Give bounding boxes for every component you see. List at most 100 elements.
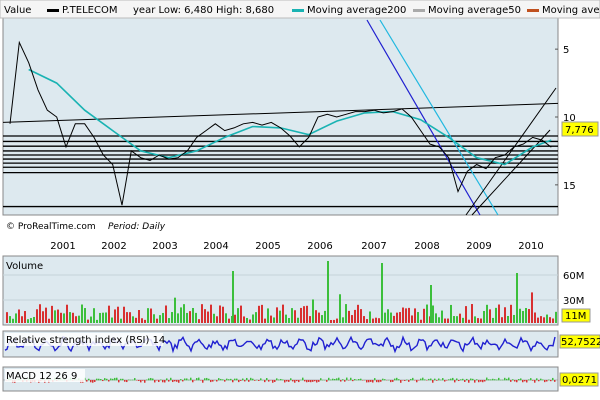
volume-bar [123, 306, 125, 323]
macd-bar [520, 378, 522, 381]
volume-bar [375, 317, 377, 323]
macd-bar [344, 380, 346, 382]
volume-bar [384, 312, 386, 323]
macd-bar [208, 378, 210, 381]
volume-bar [465, 306, 467, 323]
macd-bar [258, 380, 260, 381]
volume-bar [141, 318, 143, 323]
macd-bar [260, 378, 262, 381]
macd-bar [334, 378, 336, 381]
macd-bar [252, 378, 254, 381]
macd-bar [212, 380, 214, 382]
macd-bar [286, 380, 288, 382]
macd-bar [240, 380, 242, 381]
macd-bar [442, 378, 444, 381]
volume-bar [327, 261, 329, 323]
macd-bar [314, 380, 316, 382]
volume-bar [399, 312, 401, 323]
macd-bar [512, 379, 514, 381]
volume-bar [477, 318, 479, 323]
volume-bar [15, 313, 17, 323]
macd-bar [396, 377, 398, 381]
macd-bar [248, 380, 250, 382]
year-tick: 2008 [414, 241, 439, 252]
macd-bar [112, 378, 114, 381]
volume-bar [216, 316, 218, 323]
macd-bar [514, 380, 516, 382]
volume-bar [246, 317, 248, 323]
macd-bar [474, 380, 476, 383]
macd-bar [250, 377, 252, 381]
legend-year-range: year Low: 6,480 High: 8,680 [133, 5, 274, 16]
macd-bar [548, 379, 550, 381]
macd-bar [186, 378, 188, 381]
volume-bar [309, 316, 311, 323]
year-tick: 2007 [361, 241, 386, 252]
macd-bar [482, 380, 484, 383]
macd-bar [244, 380, 246, 382]
macd-bar [404, 380, 406, 381]
volume-bar [273, 317, 275, 323]
macd-bar [288, 380, 290, 382]
macd-bar [220, 378, 222, 381]
macd-bar [538, 380, 540, 382]
macd-bar [152, 378, 154, 381]
macd-bar [234, 378, 236, 381]
volume-bar [495, 307, 497, 323]
volume-bar [303, 306, 305, 323]
macd-bar [492, 378, 494, 381]
macd-bar [144, 380, 146, 383]
year-axis: 2001 2002 2003 2004 2005 2006 2007 2008 … [50, 241, 543, 252]
macd-bar [190, 377, 192, 381]
macd-bar [504, 377, 506, 381]
volume-bar [288, 318, 290, 323]
volume-bar [108, 305, 110, 323]
macd-bar [140, 380, 142, 383]
macd-bar [450, 378, 452, 381]
macd-bar [336, 378, 338, 381]
macd-bar [134, 378, 136, 381]
macd-bar [96, 378, 98, 381]
volume-bar [414, 308, 416, 323]
macd-bar [110, 378, 112, 381]
volume-bar [162, 312, 164, 323]
volume-bar [192, 307, 194, 323]
macd-bar [164, 380, 166, 383]
macd-bar [360, 378, 362, 381]
volume-bar [84, 308, 86, 323]
volume-bar [135, 317, 137, 323]
macd-bar [304, 380, 306, 382]
legend-ma50-swatch [413, 9, 425, 12]
macd-bar [406, 379, 408, 381]
volume-bar [183, 304, 185, 323]
macd-bar [350, 377, 352, 381]
volume-bar [225, 313, 227, 323]
macd-bar [356, 379, 358, 381]
macd-bar [172, 380, 174, 383]
volume-bar [111, 317, 113, 323]
macd-bar [312, 380, 314, 382]
macd-bar [166, 378, 168, 381]
volume-bar [168, 318, 170, 323]
volume-bar [531, 292, 533, 323]
macd-bar [102, 380, 104, 382]
volume-bar [363, 316, 365, 323]
volume-bar [195, 312, 197, 323]
volume-bar [336, 318, 338, 323]
legend-ma-short-swatch [527, 9, 539, 12]
volume-bar [129, 312, 131, 323]
macd-bar [358, 379, 360, 381]
volume-last-value: 11M [565, 311, 586, 322]
macd-bar [392, 380, 394, 382]
volume-bar [408, 307, 410, 323]
volume-bar [516, 273, 518, 323]
period-label: Period: Daily [108, 222, 166, 232]
volume-bar [222, 306, 224, 323]
volume-bar [204, 309, 206, 323]
volume-bar [430, 285, 432, 323]
macd-bar [498, 377, 500, 381]
volume-bar [522, 311, 524, 323]
macd-bar [438, 378, 440, 381]
macd-bar [376, 380, 378, 383]
volume-bar [543, 317, 545, 323]
